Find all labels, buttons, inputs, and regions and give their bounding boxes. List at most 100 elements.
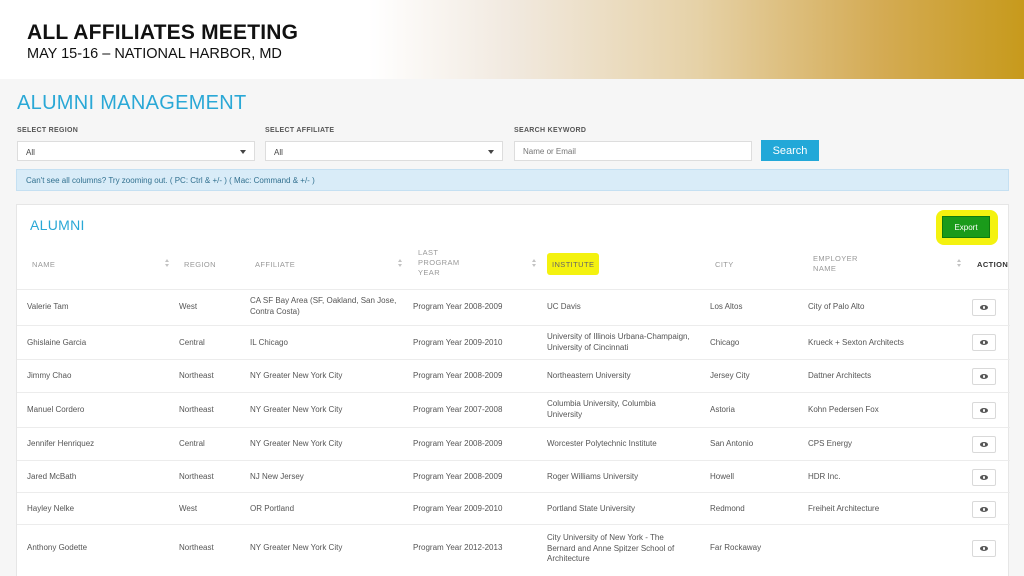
cell-program-year: Program Year 2009-2010 (413, 338, 503, 347)
cell-program-year: Program Year 2008-2009 (413, 439, 503, 448)
cell-affiliate: NJ New Jersey (250, 472, 304, 481)
cell-region: Northeast (179, 371, 214, 380)
cell-program-year: Program Year 2009-2010 (413, 504, 503, 513)
export-button[interactable]: Export (942, 216, 990, 238)
column-header-program-year[interactable]: LAST PROGRAM YEAR (418, 248, 474, 278)
keyword-label: SEARCH KEYWORD (514, 127, 587, 134)
cell-employer: Kohn Pedersen Fox (808, 405, 879, 414)
cell-region: West (179, 504, 198, 513)
view-button[interactable] (972, 402, 996, 419)
sort-icon[interactable] (398, 259, 403, 269)
column-header-region[interactable]: REGION (184, 260, 216, 270)
search-button[interactable]: Search (761, 140, 819, 161)
affiliate-select-value: All (274, 148, 283, 157)
table-row: Jared McBath Northeast NJ New Jersey Pro… (17, 460, 1010, 492)
view-button[interactable] (972, 501, 996, 518)
column-header-action: ACTION (977, 260, 1009, 269)
cell-region: Northeast (179, 405, 214, 414)
cell-name: Valerie Tam (27, 302, 69, 311)
cell-city: Howell (710, 472, 735, 481)
cell-name: Jimmy Chao (27, 371, 72, 380)
table-row: Valerie Tam West CA SF Bay Area (SF, Oak… (17, 289, 1010, 325)
chevron-down-icon (488, 150, 494, 154)
region-select-value: All (26, 148, 35, 157)
cell-institute: UC Davis (547, 302, 581, 311)
meeting-banner: ALL AFFILIATES MEETING MAY 15-16 – NATIO… (0, 0, 1024, 79)
search-input[interactable] (514, 141, 752, 161)
view-button[interactable] (972, 299, 996, 316)
cell-city: Los Altos (710, 302, 743, 311)
cell-employer: City of Palo Alto (808, 302, 865, 311)
column-header-name[interactable]: NAME (32, 260, 55, 270)
cell-name: Hayley Nelke (27, 504, 75, 513)
eye-pupil (983, 443, 985, 446)
cell-name: Ghislaine Garcia (27, 338, 87, 347)
cell-employer: CPS Energy (808, 439, 853, 448)
cell-city: Redmond (710, 504, 745, 513)
column-header-affiliate[interactable]: AFFILIATE (255, 260, 295, 270)
eye-pupil (983, 341, 985, 344)
eye-pupil (983, 409, 985, 412)
cell-city: Chicago (710, 338, 740, 347)
cell-affiliate: NY Greater New York City (250, 405, 343, 414)
cell-program-year: Program Year 2008-2009 (413, 371, 503, 380)
cell-employer: Dattner Architects (808, 371, 872, 380)
cell-program-year: Program Year 2012-2013 (413, 543, 503, 552)
banner-subtitle: MAY 15-16 – NATIONAL HARBOR, MD (27, 46, 282, 62)
cell-city: Astoria (710, 405, 735, 414)
cell-institute: Roger Williams University (547, 472, 639, 481)
cell-employer: HDR Inc. (808, 472, 841, 481)
banner-title: ALL AFFILIATES MEETING (27, 21, 299, 44)
cell-affiliate: CA SF Bay Area (SF, Oakland, San Jose, C… (250, 296, 397, 316)
cell-employer: Freiheit Architecture (808, 504, 880, 513)
cell-institute: Columbia University, Columbia University (547, 399, 656, 419)
cell-affiliate: NY Greater New York City (250, 543, 343, 552)
region-label: SELECT REGION (17, 127, 79, 134)
cell-institute: Northeastern University (547, 371, 631, 380)
sort-icon[interactable] (957, 259, 962, 269)
cell-city: Far Rockaway (710, 543, 762, 552)
view-button[interactable] (972, 469, 996, 486)
cell-name: Jared McBath (27, 472, 77, 481)
cell-affiliate: NY Greater New York City (250, 371, 343, 380)
eye-pupil (983, 375, 985, 378)
view-button[interactable] (972, 540, 996, 557)
view-button[interactable] (972, 368, 996, 385)
chevron-down-icon (240, 150, 246, 154)
cell-program-year: Program Year 2008-2009 (413, 302, 503, 311)
view-button[interactable] (972, 436, 996, 453)
column-header-institute[interactable]: INSTITUTE (552, 260, 594, 270)
cell-city: Jersey City (710, 371, 750, 380)
affiliate-select[interactable]: All (265, 141, 503, 161)
cell-institute: City University of New York - The Bernar… (547, 533, 675, 563)
eye-pupil (983, 476, 985, 479)
table-row: Jennifer Henriquez Central NY Greater Ne… (17, 427, 1010, 460)
eye-pupil (983, 306, 985, 309)
cell-affiliate: NY Greater New York City (250, 439, 343, 448)
cell-institute: Worcester Polytechnic Institute (547, 439, 657, 448)
eye-pupil (983, 508, 985, 511)
column-header-city[interactable]: CITY (715, 260, 734, 270)
cell-program-year: Program Year 2007-2008 (413, 405, 503, 414)
table-row: Manuel Cordero Northeast NY Greater New … (17, 392, 1010, 427)
view-button[interactable] (972, 334, 996, 351)
sort-icon[interactable] (165, 259, 170, 269)
cell-program-year: Program Year 2008-2009 (413, 472, 503, 481)
page-title: ALUMNI MANAGEMENT (17, 92, 247, 114)
cell-affiliate: IL Chicago (250, 338, 288, 347)
table-row: Hayley Nelke West OR Portland Program Ye… (17, 492, 1010, 524)
sort-icon[interactable] (532, 259, 537, 269)
alumni-panel: ALUMNI Export NAME REGION AFFILIATE LAST… (16, 204, 1010, 576)
affiliate-label: SELECT AFFILIATE (265, 127, 335, 134)
cell-name: Jennifer Henriquez (27, 439, 95, 448)
eye-pupil (983, 547, 985, 550)
cell-name: Anthony Godette (27, 543, 88, 552)
region-select[interactable]: All (17, 141, 255, 161)
table-row: Jimmy Chao Northeast NY Greater New York… (17, 359, 1010, 392)
table-row: Anthony Godette Northeast NY Greater New… (17, 524, 1010, 572)
column-header-employer[interactable]: EMPLOYER NAME (813, 254, 873, 274)
panel-title: ALUMNI (30, 217, 85, 233)
cell-city: San Antonio (710, 439, 754, 448)
cell-region: Northeast (179, 543, 214, 552)
cell-region: Northeast (179, 472, 214, 481)
